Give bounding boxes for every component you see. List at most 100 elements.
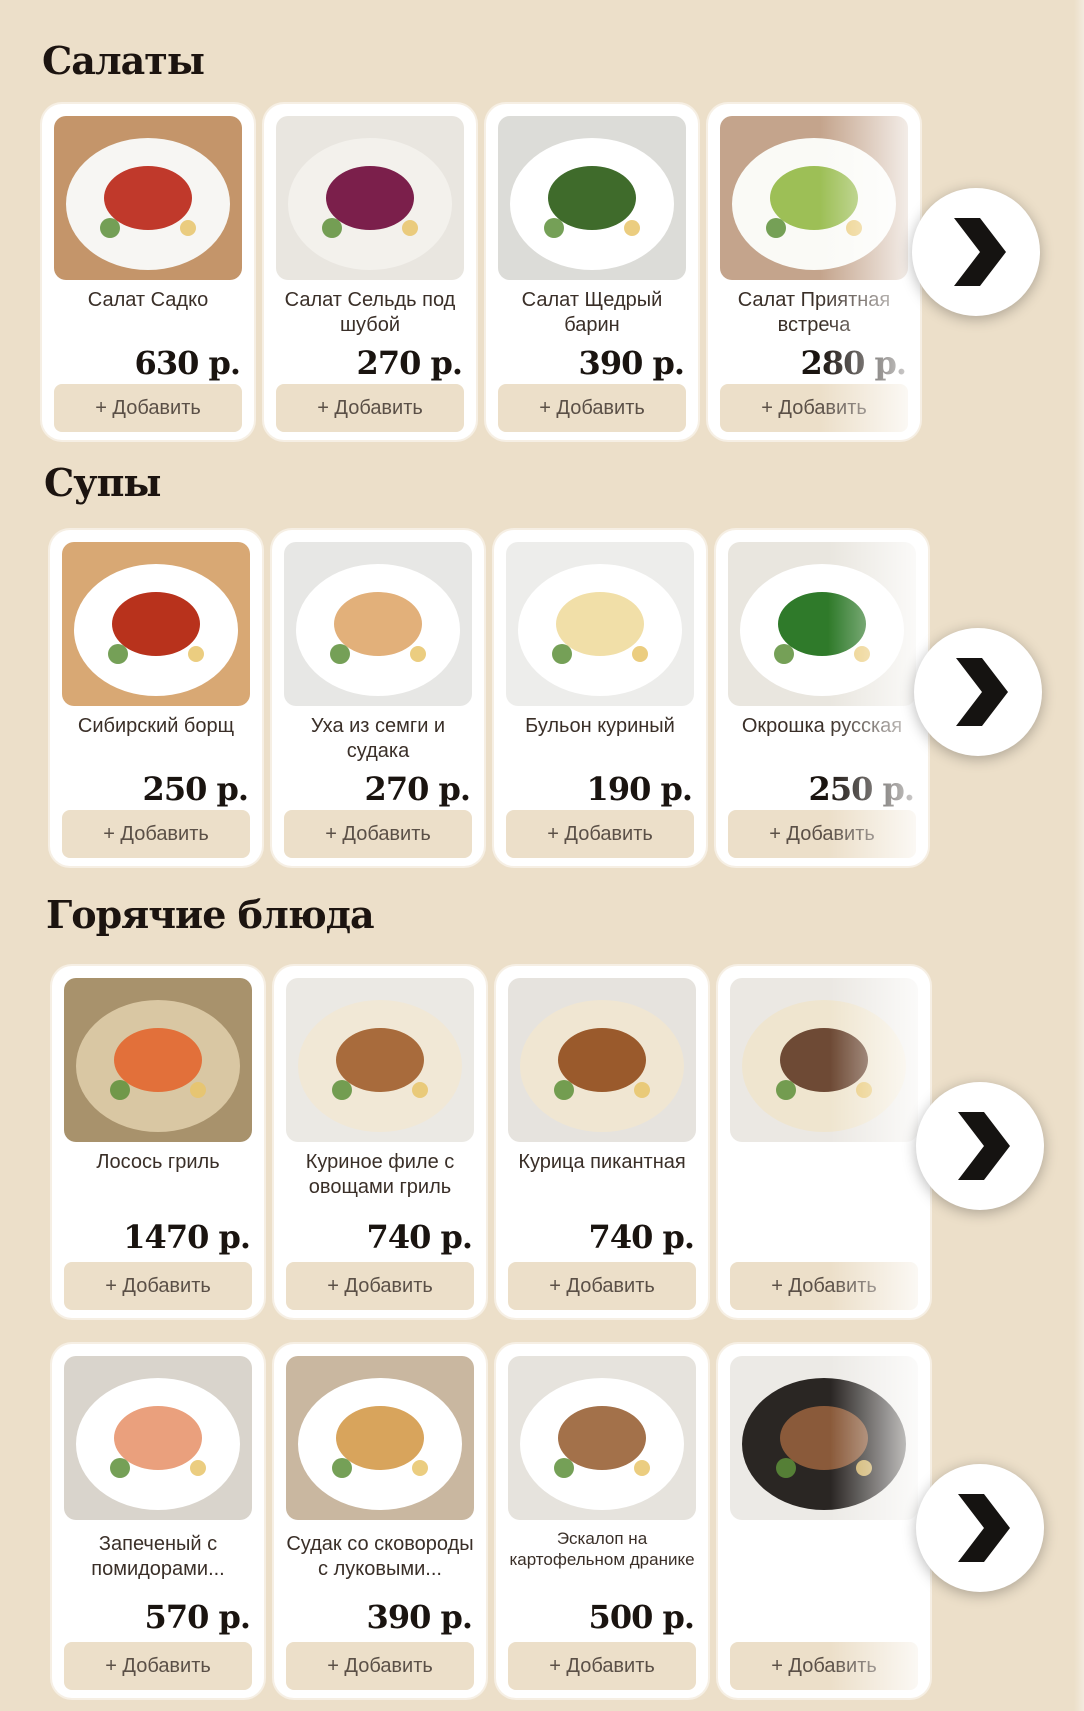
salad-meeting-photo [720,116,908,280]
dish-price: 570 р. [144,1598,251,1636]
dish-name: Салат Щедрый барин [521,289,663,336]
dish-image [508,1356,696,1520]
dish-image [506,542,694,706]
dish-name: Окрошка русская [741,715,903,737]
add-to-cart-button[interactable]: + Добавить [506,810,694,858]
dish-price: 190 р. [586,770,693,808]
chevron-right-icon [958,1494,1010,1562]
spicy-chicken-photo [508,978,696,1142]
add-to-cart-button[interactable]: + Добавить [64,1642,252,1690]
dish-name: Салат Садко [87,289,209,311]
dish-card[interactable]: Эскалоп на картофельном дранике 500 р. +… [496,1344,708,1698]
dish-image [730,1356,918,1520]
dish-card[interactable]: Куриное филе с овощами гриль 740 р. + До… [274,966,486,1318]
dish-image [728,542,916,706]
dish-price: 740 р. [588,1218,695,1256]
herring-salad-photo [276,116,464,280]
next-page-button[interactable] [912,188,1040,316]
grilled-meat-photo [730,978,918,1142]
dish-price: 390 р. [578,344,685,382]
dish-card[interactable]: Окрошка русская 250 р. + Добавить [716,530,928,866]
add-to-cart-button[interactable]: + Добавить [728,810,916,858]
salad-barin-photo [498,116,686,280]
add-to-cart-button[interactable]: + Добавить [286,1642,474,1690]
dish-row-hot-1: Лосось гриль 1470 р. + Добавить Куриное … [0,964,1084,1320]
dish-image [286,1356,474,1520]
dish-price: 390 р. [366,1598,473,1636]
dish-price: 740 р. [366,1218,473,1256]
baked-fish-photo [64,1356,252,1520]
dish-name: Судак со сковороды с луковыми... [286,1533,474,1580]
add-to-cart-button[interactable]: + Добавить [62,810,250,858]
next-page-button[interactable] [916,1464,1044,1592]
chicken-fillet-photo [286,978,474,1142]
dish-row-hot-2: Запеченый с помидорами... 570 р. + Добав… [0,1342,1084,1702]
dish-name: Салат Приятная встреча [737,289,891,336]
section-title-soups: Супы [44,460,161,505]
add-to-cart-button[interactable]: + Добавить [284,810,472,858]
dish-card[interactable]: Салат Садко 630 р. + Добавить [42,104,254,440]
dish-name: Курица пикантная [518,1151,686,1173]
add-to-cart-button[interactable]: + Добавить [286,1262,474,1310]
add-to-cart-button[interactable]: + Добавить [720,384,908,432]
dish-price: 250 р. [808,770,915,808]
dish-price: 270 р. [364,770,471,808]
add-to-cart-button[interactable]: + Добавить [64,1262,252,1310]
chevron-right-icon [956,658,1008,726]
dish-image [284,542,472,706]
dish-card[interactable]: Салат Приятная встреча 280 р. + Добавить [708,104,920,440]
chicken-broth-photo [506,542,694,706]
dish-row-soups: Сибирский борщ 250 р. + Добавить Уха из … [0,528,1084,868]
dish-price: 500 р. [588,1598,695,1636]
dish-price: 250 р. [142,770,249,808]
dish-card[interactable]: Судак со сковороды с луковыми... 390 р. … [274,1344,486,1698]
dish-image [54,116,242,280]
dish-image [64,978,252,1142]
dish-image [730,978,918,1142]
add-to-cart-button[interactable]: + Добавить [730,1262,918,1310]
dish-name: Запеченый с помидорами... [91,1533,225,1580]
dish-card[interactable]: Курица пикантная 740 р. + Добавить [496,966,708,1318]
next-page-button[interactable] [916,1082,1044,1210]
dish-image [62,542,250,706]
stir-fry-photo [730,1356,918,1520]
dish-price: 270 р. [356,344,463,382]
dish-card[interactable]: Сибирский борщ 250 р. + Добавить [50,530,262,866]
dish-price: 1470 р. [123,1218,251,1256]
dish-card[interactable]: Лосось гриль 1470 р. + Добавить [52,966,264,1318]
page-edge [1074,0,1084,1711]
add-to-cart-button[interactable]: + Добавить [730,1642,918,1690]
dish-name: Бульон куриный [525,715,675,737]
dish-name: Лосось гриль [96,1151,220,1173]
dish-name: Эскалоп на картофельном дранике [509,1529,695,1569]
dish-image [498,116,686,280]
chevron-right-icon [958,1112,1010,1180]
chevron-right-icon [954,218,1006,286]
dish-card[interactable]: + Добавить [718,1344,930,1698]
add-to-cart-button[interactable]: + Добавить [54,384,242,432]
add-to-cart-button[interactable]: + Добавить [276,384,464,432]
add-to-cart-button[interactable]: + Добавить [508,1642,696,1690]
dish-name: Уха из семги и судака [310,715,446,762]
add-to-cart-button[interactable]: + Добавить [508,1262,696,1310]
dish-card[interactable]: Запеченый с помидорами... 570 р. + Добав… [52,1344,264,1698]
next-page-button[interactable] [914,628,1042,756]
borscht-photo [62,542,250,706]
dish-card[interactable]: + Добавить [718,966,930,1318]
dish-name: Салат Сельдь под шубой [284,289,456,336]
dish-price: 280 р. [800,344,907,382]
escalope-photo [508,1356,696,1520]
add-to-cart-button[interactable]: + Добавить [498,384,686,432]
dish-card[interactable]: Уха из семги и судака 270 р. + Добавить [272,530,484,866]
zander-photo [286,1356,474,1520]
dish-name: Сибирский борщ [77,715,235,737]
dish-price: 630 р. [134,344,241,382]
dish-row-salads: Салат Садко 630 р. + Добавить Салат Сель… [0,102,1084,442]
dish-image [286,978,474,1142]
dish-card[interactable]: Салат Сельдь под шубой 270 р. + Добавить [264,104,476,440]
dish-image [508,978,696,1142]
dish-card[interactable]: Бульон куриный 190 р. + Добавить [494,530,706,866]
grilled-salmon-photo [64,978,252,1142]
dish-card[interactable]: Салат Щедрый барин 390 р. + Добавить [486,104,698,440]
dish-image [720,116,908,280]
